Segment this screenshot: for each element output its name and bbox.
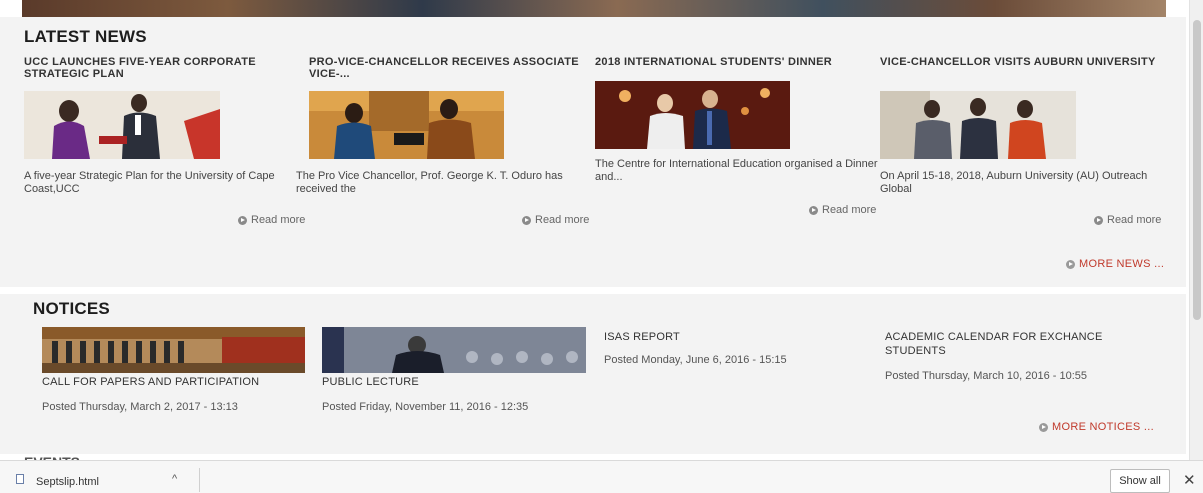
more-notices-link[interactable]: MORE NOTICES ...: [1039, 421, 1154, 433]
close-icon[interactable]: ✕: [1183, 471, 1196, 489]
separator: [199, 468, 200, 492]
more-news-label: MORE NEWS ...: [1079, 258, 1165, 270]
news-thumbnail[interactable]: [309, 91, 504, 159]
news-excerpt: The Centre for International Education o…: [595, 158, 878, 183]
more-news-link[interactable]: MORE NEWS ...: [1066, 258, 1164, 270]
arrow-circle-icon: [1039, 422, 1048, 432]
read-more-link[interactable]: Read more: [522, 214, 589, 226]
arrow-circle-icon: [1066, 259, 1075, 269]
news-item: PRO-VICE-CHANCELLOR RECEIVES ASSOCIATE V…: [309, 56, 589, 80]
read-more-link[interactable]: Read more: [1094, 214, 1161, 226]
notice-title-link[interactable]: CALL FOR PAPERS AND PARTICIPATION: [42, 375, 259, 389]
chevron-up-icon[interactable]: ^: [172, 473, 177, 485]
notice-thumbnail[interactable]: [42, 327, 305, 373]
download-filename[interactable]: Septslip.html: [36, 476, 99, 488]
arrow-circle-icon: [522, 215, 531, 225]
read-more-label: Read more: [822, 204, 877, 216]
arrow-circle-icon: [1094, 215, 1103, 225]
hero-image-strip: [22, 0, 1166, 17]
more-notices-label: MORE NOTICES ...: [1052, 421, 1154, 433]
read-more-link[interactable]: Read more: [238, 214, 305, 226]
notice-date: Posted Thursday, March 10, 2016 - 10:55: [885, 370, 1087, 382]
news-headline-link[interactable]: 2018 INTERNATIONAL STUDENTS' DINNER: [595, 56, 875, 68]
notice-date: Posted Monday, June 6, 2016 - 15:15: [604, 354, 787, 366]
news-excerpt: On April 15-18, 2018, Auburn University …: [880, 170, 1148, 195]
read-more-label: Read more: [535, 214, 590, 226]
read-more-label: Read more: [251, 214, 306, 226]
news-headline-link[interactable]: PRO-VICE-CHANCELLOR RECEIVES ASSOCIATE V…: [309, 56, 589, 80]
read-more-link[interactable]: Read more: [809, 204, 876, 216]
file-icon: [16, 474, 24, 484]
notice-title-link[interactable]: ISAS REPORT: [604, 330, 680, 344]
arrow-circle-icon: [238, 215, 247, 225]
news-item: 2018 INTERNATIONAL STUDENTS' DINNER: [595, 56, 875, 68]
page-scrollbar[interactable]: [1189, 0, 1203, 460]
read-more-label: Read more: [1107, 214, 1162, 226]
scrollbar-thumb[interactable]: [1193, 20, 1201, 320]
news-headline-link[interactable]: UCC LAUNCHES FIVE-YEAR CORPORATE STRATEG…: [24, 56, 304, 80]
notices-heading: NOTICES: [33, 299, 110, 318]
news-item: UCC LAUNCHES FIVE-YEAR CORPORATE STRATEG…: [24, 56, 304, 80]
section-divider: [0, 287, 1186, 294]
news-item: VICE-CHANCELLOR VISITS AUBURN UNIVERSITY: [880, 56, 1160, 68]
notice-thumbnail[interactable]: [322, 327, 586, 373]
notice-date: Posted Friday, November 11, 2016 - 12:35: [322, 401, 529, 413]
arrow-circle-icon: [809, 205, 818, 215]
events-heading: EVENTS: [24, 452, 80, 460]
news-headline-link[interactable]: VICE-CHANCELLOR VISITS AUBURN UNIVERSITY: [880, 56, 1160, 68]
notice-date: Posted Thursday, March 2, 2017 - 13:13: [42, 401, 238, 413]
notice-title-link[interactable]: PUBLIC LECTURE: [322, 375, 419, 389]
news-excerpt: The Pro Vice Chancellor, Prof. George K.…: [296, 170, 563, 195]
news-thumbnail[interactable]: [595, 81, 790, 149]
news-thumbnail[interactable]: [24, 91, 220, 159]
news-thumbnail[interactable]: [880, 91, 1076, 159]
news-excerpt: A five-year Strategic Plan for the Unive…: [24, 170, 275, 195]
latest-news-heading: LATEST NEWS: [24, 27, 147, 46]
download-bar: Septslip.html ^ Show all ✕: [0, 460, 1203, 493]
show-all-button[interactable]: Show all: [1110, 469, 1170, 493]
notice-title-link[interactable]: ACADEMIC CALENDAR FOR EXCHANCE STUDENTS: [885, 330, 1145, 358]
